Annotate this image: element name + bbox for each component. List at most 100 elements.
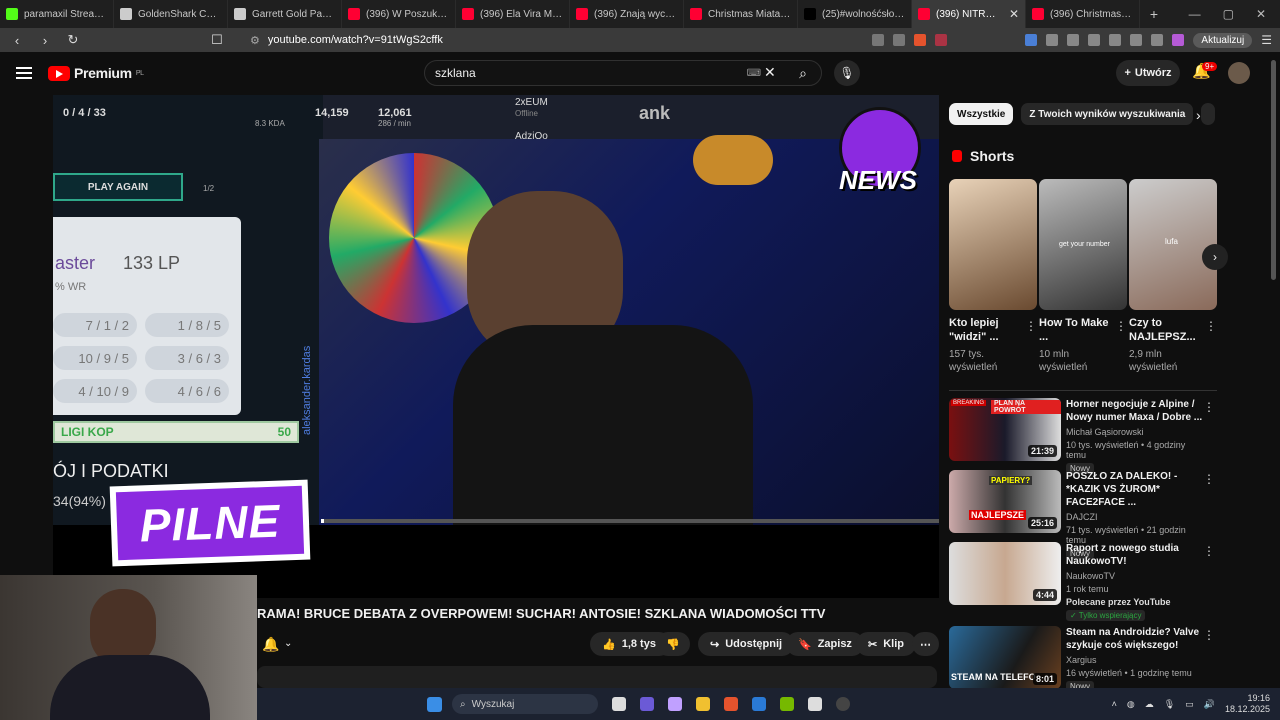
sidebar-icon[interactable] — [1109, 34, 1122, 46]
search-input[interactable]: szklana ⌨ — [424, 60, 822, 86]
url-field[interactable]: ⚙ youtube.com/watch?v=91tWgS2cffk — [250, 34, 850, 47]
clear-search-icon[interactable]: ✕ — [764, 64, 776, 81]
related-video[interactable]: BREAKING PLAN NA POWRÓT 21:39 Horner neg… — [949, 398, 1219, 474]
new-tab-button[interactable]: + — [1140, 0, 1168, 28]
more-icon[interactable]: ⋮ — [1203, 400, 1215, 414]
windows-start-icon[interactable] — [427, 696, 442, 712]
file-explorer-icon[interactable] — [696, 697, 710, 711]
subscribe-bell-icon[interactable]: 🔔 — [262, 636, 279, 653]
rewards-icon[interactable] — [935, 34, 948, 46]
chip-from-search[interactable]: Z Twoich wyników wyszukiwania — [1021, 103, 1194, 125]
account-avatar[interactable] — [1228, 62, 1250, 84]
short-item[interactable]: lufa Czy to NAJLEPSZ... 2,9 mln wyświetl… — [1129, 179, 1217, 374]
taskbar-search[interactable]: ⌕ Wyszukaj — [452, 694, 598, 714]
notepad-icon[interactable] — [808, 697, 822, 711]
puzzle-icon[interactable] — [1046, 34, 1059, 46]
more-icon[interactable]: ⋮ — [1205, 319, 1217, 333]
browser-tab[interactable]: (25)#wolnośćsłowa #d — [798, 0, 912, 28]
more-icon[interactable]: ⋮ — [1115, 319, 1127, 333]
leo-icon[interactable] — [1130, 34, 1143, 46]
browser-tab[interactable]: Garrett Gold Pan Kit D — [228, 0, 342, 28]
related-video[interactable]: 4:44 Raport z nowego studia NaukowoTV! N… — [949, 542, 1219, 622]
clip-button[interactable]: ✂ Klip — [856, 632, 916, 656]
channel-name[interactable]: NaukowoTV — [1066, 571, 1206, 581]
browser-tab[interactable]: (396) Ela Vira Mortal — [456, 0, 570, 28]
more-icon[interactable]: ⋮ — [1203, 628, 1215, 642]
browser-tab[interactable]: (396) NITRO M ✕ — [912, 0, 1026, 28]
keyboard-icon[interactable]: ⌨ — [747, 68, 761, 79]
forward-icon[interactable]: › — [36, 33, 54, 48]
tab-title: (396) NITRO M — [936, 8, 1003, 20]
browser-tab[interactable]: (396) Znają wycieruchy — [570, 0, 684, 28]
brave-browser-icon[interactable] — [724, 697, 738, 711]
copilot-icon[interactable] — [668, 697, 682, 711]
display-icon[interactable]: ▭ — [1185, 699, 1194, 710]
chips-next-icon[interactable]: › — [1196, 107, 1201, 123]
description-box[interactable] — [257, 666, 937, 688]
nvidia-icon[interactable] — [780, 697, 794, 711]
share-button[interactable]: ↪ Udostępnij — [698, 632, 795, 656]
channel-name[interactable]: Xargius — [1066, 655, 1206, 665]
microphone-icon[interactable]: 🎙 — [834, 60, 860, 86]
minimize-icon[interactable]: — — [1189, 7, 1201, 21]
tray-expand-icon[interactable]: ˄ — [1112, 699, 1117, 709]
task-view-icon[interactable] — [612, 697, 626, 711]
vpn-icon[interactable] — [1151, 34, 1164, 46]
create-button[interactable]: + Utwórz — [1116, 60, 1180, 86]
short-item[interactable]: Kto lepiej "widzi" ... 157 tys. wyświetl… — [949, 179, 1037, 374]
browser-tab[interactable]: Christmas Miata 🎄🎄 — [684, 0, 798, 28]
tray-app-icon[interactable]: ◍ — [1127, 699, 1135, 710]
channel-name[interactable]: DAJCZI — [1066, 512, 1206, 522]
straw-hat — [693, 135, 773, 185]
short-item[interactable]: get your number How To Make ... 10 mln w… — [1039, 179, 1127, 374]
obs-icon[interactable] — [836, 697, 850, 711]
extension-icon[interactable] — [1025, 34, 1038, 46]
close-window-icon[interactable]: ✕ — [1256, 7, 1266, 21]
more-icon[interactable]: ⋮ — [1203, 472, 1215, 486]
more-icon[interactable]: ⋮ — [1203, 544, 1215, 558]
maximize-icon[interactable]: ▢ — [1223, 7, 1234, 21]
more-icon[interactable]: ⋮ — [1025, 319, 1037, 333]
hamburger-menu-icon[interactable] — [16, 64, 32, 82]
profile-icon[interactable] — [1172, 34, 1185, 46]
progress-bar[interactable] — [321, 519, 939, 523]
bookmark-icon[interactable]: ☐ — [208, 32, 226, 48]
search-icon[interactable]: ⌕ — [784, 60, 822, 86]
short-thumbnail — [949, 179, 1037, 310]
save-button[interactable]: 🔖 Zapisz — [786, 632, 864, 656]
share-icon[interactable] — [893, 34, 906, 46]
browser-tab[interactable]: paramaxil Stream - Wa — [0, 0, 114, 28]
brave-shield-icon[interactable] — [914, 34, 927, 46]
menu-icon[interactable]: ☰ — [1261, 33, 1272, 47]
chip-more[interactable] — [1201, 103, 1216, 125]
filter-chips: Wszystkie Z Twoich wyników wyszukiwania — [949, 103, 1216, 125]
browser-tab[interactable]: GoldenShark Combo G — [114, 0, 228, 28]
chip-all[interactable]: Wszystkie — [949, 103, 1014, 125]
wallet-icon[interactable] — [1067, 34, 1080, 46]
dislike-button[interactable]: 👎 — [656, 632, 690, 656]
browser-tab[interactable]: (396) W Poszukiwaniu — [342, 0, 456, 28]
youtube-premium-logo[interactable]: Premium PL — [48, 65, 144, 81]
network-icon[interactable]: ☁ — [1145, 699, 1154, 710]
mic-tray-icon[interactable]: 🎙 — [1164, 699, 1175, 710]
discord-icon[interactable] — [640, 697, 654, 711]
shorts-next-button[interactable]: › — [1202, 244, 1228, 270]
chevron-down-icon[interactable]: ⌄ — [284, 638, 292, 649]
close-tab-icon[interactable]: ✕ — [1009, 7, 1019, 21]
reload-icon[interactable]: ↻ — [64, 32, 82, 48]
site-info-icon[interactable]: ⚙ — [250, 34, 260, 47]
page-scrollbar[interactable] — [1271, 60, 1276, 280]
store-icon[interactable] — [752, 697, 766, 711]
related-video[interactable]: STEAM NA TELEFO 8:01 Steam na Androidzie… — [949, 626, 1219, 692]
clock[interactable]: 19:16 18.12.2025 — [1225, 693, 1270, 715]
volume-icon[interactable]: 🔊 — [1204, 699, 1215, 710]
update-button[interactable]: Aktualizuj — [1193, 32, 1253, 48]
video-player[interactable]: 0 / 4 / 33 8.3 KDA 14,159 12,061 286 / m… — [53, 95, 939, 598]
browser-tab[interactable]: (396) Christmas Miata — [1026, 0, 1140, 28]
more-actions-button[interactable]: ⋯ — [912, 632, 939, 656]
music-icon[interactable] — [1088, 34, 1101, 46]
back-icon[interactable]: ‹ — [8, 33, 26, 48]
screen-icon[interactable] — [872, 34, 885, 46]
related-video[interactable]: PAPIERY? NAJLEPSZE 25:16 POSZŁO ZA DALEK… — [949, 470, 1219, 559]
channel-name[interactable]: Michał Gąsiorowski — [1066, 427, 1206, 437]
